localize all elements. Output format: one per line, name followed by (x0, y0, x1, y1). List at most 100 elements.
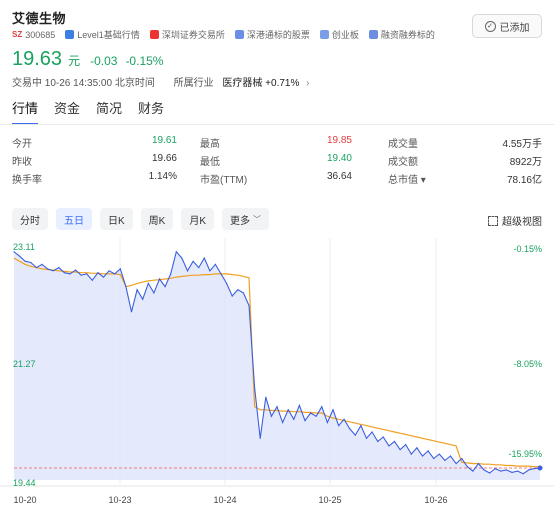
price-point (489, 472, 491, 474)
tab-funds[interactable]: 资金 (54, 98, 80, 125)
added-label: 已添加 (499, 22, 530, 34)
more-label: 更多 (230, 215, 251, 227)
price-point (421, 455, 424, 457)
price-point (102, 276, 105, 278)
period-five-day[interactable]: 五日 (56, 208, 92, 230)
period-intraday[interactable]: 分时 (12, 208, 48, 230)
tag-connect: 深港通标的股票 (246, 30, 310, 40)
price-point (209, 270, 211, 272)
price-point (47, 268, 49, 270)
check-icon: ✓ (484, 20, 496, 32)
x-label: 10-23 (108, 495, 132, 505)
price-point (130, 311, 133, 313)
trade-status: 交易中 10-26 14:35:00 北京时间 所属行业 医疗器械 +0.71%… (12, 74, 310, 89)
price-point (265, 396, 267, 398)
price-point (310, 412, 312, 414)
period-more-button[interactable]: 更多 ﹀ (222, 208, 270, 230)
market-cap-dropdown[interactable]: 总市值 ▾ (388, 171, 426, 186)
industry-link[interactable]: 医疗器械 +0.71% (222, 78, 299, 89)
x-label: 10-25 (318, 495, 342, 505)
price-change: -0.03 (90, 54, 118, 68)
x-label: 10-20 (13, 495, 37, 505)
period-weekly-k[interactable]: 周K (140, 208, 174, 230)
price-point (30, 261, 32, 264)
added-watchlist-button[interactable]: ✓ 已添加 (472, 14, 542, 38)
period-daily-k[interactable]: 日K (100, 208, 133, 230)
price-point (203, 257, 205, 259)
tab-profile[interactable]: 简况 (96, 98, 122, 125)
price-point (444, 459, 446, 461)
price-point (522, 473, 524, 475)
stock-meta: SZ 300685 Level1基础行情 深圳证券交易所 深港通标的股票 创业板… (12, 28, 435, 41)
tag-level1: Level1基础行情 (77, 30, 140, 40)
price-point (164, 286, 166, 288)
price-point (97, 272, 99, 274)
connect-icon (234, 30, 244, 39)
price-point (75, 269, 77, 271)
price-point (35, 267, 38, 269)
price-point (226, 282, 228, 284)
period-monthly-k[interactable]: 月K (181, 208, 215, 230)
stat-value: 36.64 (326, 171, 352, 182)
price-point (91, 279, 93, 281)
price-point (192, 260, 194, 262)
price-point (108, 270, 110, 272)
price-point (293, 418, 295, 420)
super-view-label: 超级视图 (502, 217, 542, 228)
price-point (198, 267, 200, 269)
price-point (114, 273, 116, 275)
margin-icon (368, 30, 378, 39)
stat-label: 市盈(TTM) (200, 175, 248, 186)
tab-market[interactable]: 行情 (12, 98, 39, 125)
stat-value: 8922万 (509, 157, 542, 168)
price-point (254, 387, 256, 389)
tag-exchange: 深圳证券交易所 (161, 30, 225, 40)
y-label-right: -8.05% (513, 359, 542, 369)
price-point (410, 453, 412, 455)
stat-value: 19.85 (326, 135, 352, 146)
price-point (533, 468, 536, 470)
price-point (259, 437, 261, 439)
x-label: 10-24 (213, 495, 237, 505)
stat-label: 成交额 (388, 157, 418, 168)
market-badge: SZ (12, 30, 23, 39)
tag-margin: 融资融券标的 (380, 30, 435, 40)
price-point (416, 447, 418, 449)
price-point (19, 255, 21, 257)
tag-chinext: 创业板 (331, 30, 359, 40)
china-flag-icon (149, 30, 159, 39)
price-point (119, 268, 121, 270)
chinext-icon (319, 30, 329, 39)
price-point (382, 436, 384, 438)
price-point (332, 409, 334, 411)
stat-label: 今开 (12, 139, 32, 150)
price-point (427, 450, 429, 452)
quote-stats: 今开 19.61 最高 19.85 成交量 4.55万手 昨收 19.66 最低… (12, 132, 542, 186)
price-point (186, 270, 189, 272)
current-price: 19.63 (12, 48, 63, 70)
price-point (58, 267, 60, 269)
price-point (52, 270, 54, 272)
price-unit: 元 (68, 54, 81, 68)
price-point (220, 273, 222, 275)
super-view-button[interactable]: 超级视图 (488, 213, 542, 228)
price-point (24, 260, 26, 262)
price-point (147, 282, 149, 284)
level1-icon (65, 30, 75, 39)
chevron-right-icon[interactable]: › (306, 78, 309, 89)
price-point (237, 289, 239, 291)
price-point (505, 469, 507, 471)
price-point (528, 469, 530, 471)
price-area-fill (14, 251, 540, 480)
price-point (276, 406, 278, 408)
price-point (298, 404, 300, 406)
industry-label: 所属行业 (173, 78, 214, 89)
price-point (461, 457, 463, 460)
price-point (158, 278, 161, 280)
tab-finance[interactable]: 财务 (138, 98, 164, 125)
price-point (170, 273, 172, 275)
stock-name: 艾德生物 (12, 11, 67, 26)
five-day-chart[interactable]: 23.11 21.27 19.44 -0.15% -8.05% -15.95% … (0, 238, 554, 509)
price-point (494, 468, 496, 470)
stat-value: 4.55万手 (502, 139, 542, 150)
